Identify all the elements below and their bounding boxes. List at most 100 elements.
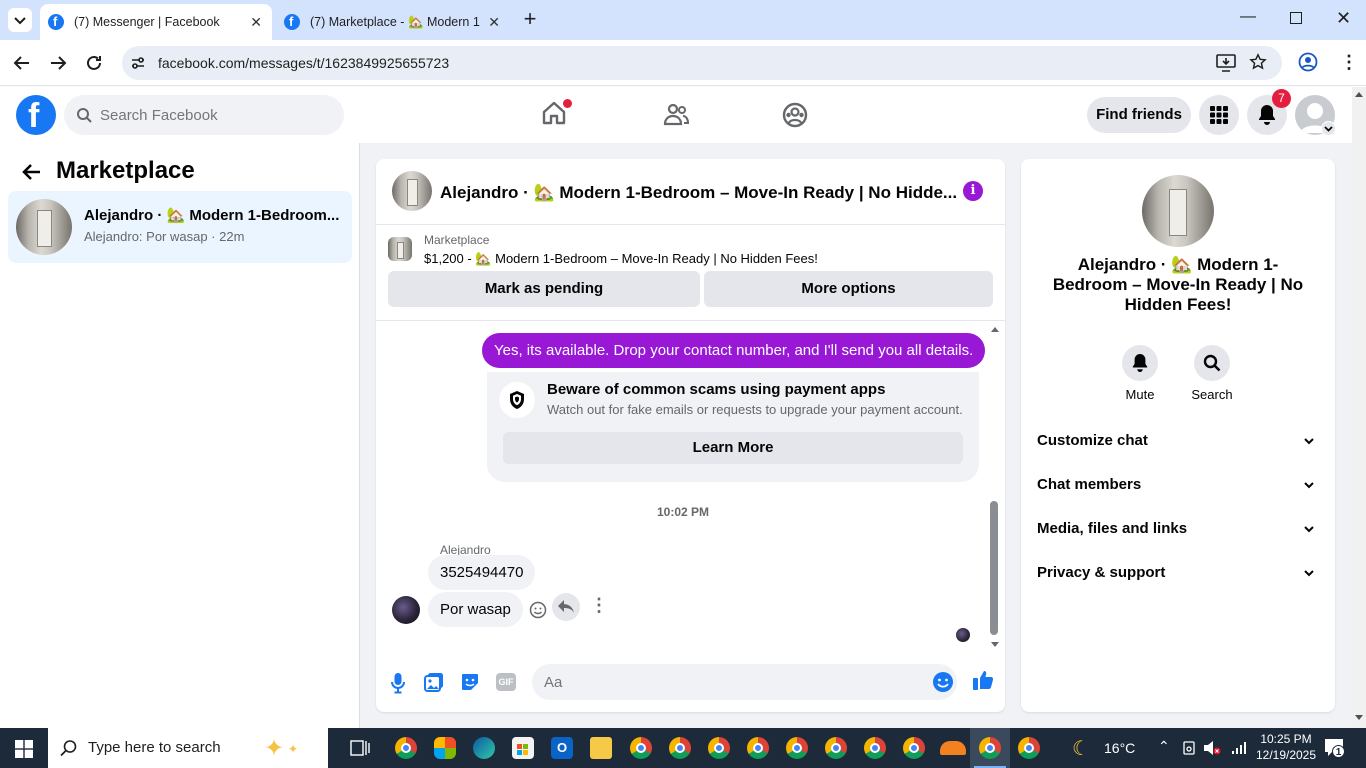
tray-chevron-icon[interactable]: ⌃ <box>1158 738 1170 755</box>
info-icon[interactable]: i <box>963 181 983 201</box>
taskbar-search[interactable]: Type here to search ✦ ✦ <box>48 728 328 768</box>
page-scrollbar[interactable] <box>1352 87 1366 728</box>
react-emoji-icon[interactable] <box>529 601 547 619</box>
store-taskbar-icon[interactable] <box>512 737 534 759</box>
browser-address-bar: facebook.com/messages/t/1623849925655723… <box>0 40 1366 86</box>
scroll-down-icon[interactable] <box>990 641 1000 649</box>
sticker-icon[interactable] <box>460 672 480 692</box>
gif-icon[interactable]: GIF <box>496 673 516 691</box>
mark-as-pending-button[interactable]: Mark as pending <box>388 271 700 307</box>
notification-center[interactable]: 1 <box>1324 738 1346 758</box>
incoming-message[interactable]: Por wasap <box>428 592 523 627</box>
search-button[interactable] <box>1194 345 1230 381</box>
cloudflare-taskbar-icon[interactable] <box>940 741 966 755</box>
chat-avatar[interactable] <box>392 171 432 211</box>
copilot-taskbar-icon[interactable] <box>434 737 456 759</box>
learn-more-button[interactable]: Learn More <box>503 432 963 464</box>
search-input[interactable] <box>100 95 330 135</box>
chrome-taskbar-icon[interactable] <box>708 737 730 759</box>
browser-menu-button[interactable]: ⋮ <box>1340 52 1358 72</box>
account-dropdown[interactable] <box>1321 121 1336 136</box>
more-options-button[interactable]: More options <box>704 271 993 307</box>
conversation-item[interactable]: Alejandro · 🏡 Modern 1-Bedroom... Alejan… <box>8 191 352 263</box>
tab-search-button[interactable] <box>8 8 32 32</box>
chrome-taskbar-icon[interactable] <box>747 737 769 759</box>
nav-groups[interactable] <box>781 101 809 129</box>
search-action[interactable]: Search <box>1182 345 1242 402</box>
bell-icon <box>1132 354 1148 372</box>
microphone-icon[interactable] <box>390 672 406 694</box>
weather-temperature[interactable]: 16°C <box>1104 740 1135 756</box>
facebook-search[interactable] <box>64 95 344 135</box>
install-app-icon[interactable] <box>1216 54 1236 72</box>
info-avatar[interactable] <box>1142 175 1214 247</box>
edge-taskbar-icon[interactable] <box>473 737 495 759</box>
reload-icon[interactable] <box>84 53 104 73</box>
nav-home[interactable] <box>540 99 572 131</box>
windows-start-icon[interactable] <box>15 740 33 758</box>
photo-icon[interactable] <box>424 672 444 692</box>
close-window-button[interactable]: ✕ <box>1336 8 1351 29</box>
facebook-logo[interactable]: f <box>16 95 56 135</box>
listing-price-title[interactable]: $1,200 - 🏡 Modern 1-Bedroom – Move-In Re… <box>424 251 818 267</box>
message-input[interactable] <box>532 664 957 700</box>
mute-button[interactable] <box>1122 345 1158 381</box>
thumbs-up-icon[interactable] <box>972 669 994 691</box>
tab-messenger[interactable]: (7) Messenger | Facebook ✕ <box>40 4 272 40</box>
omnibox[interactable]: facebook.com/messages/t/1623849925655723 <box>122 46 1282 80</box>
moon-weather-icon[interactable]: ☾ <box>1072 736 1090 761</box>
message-thread: Yes, its available. Drop your contact nu… <box>376 323 1005 653</box>
menu-button[interactable] <box>1199 95 1239 135</box>
restore-button[interactable] <box>1290 12 1302 24</box>
bookmark-star-icon[interactable] <box>1249 53 1267 71</box>
emoji-icon[interactable] <box>932 671 954 693</box>
customize-chat-row[interactable]: Customize chat <box>1037 419 1319 463</box>
profile-icon[interactable] <box>1298 52 1318 72</box>
listing-thumbnail[interactable] <box>388 237 412 261</box>
chat-title[interactable]: Alejandro · 🏡 Modern 1-Bedroom – Move-In… <box>440 183 957 203</box>
chrome-taskbar-icon[interactable] <box>630 737 652 759</box>
mute-action[interactable]: Mute <box>1110 345 1170 402</box>
close-tab-icon[interactable]: ✕ <box>250 14 262 31</box>
minimize-button[interactable]: — <box>1240 8 1256 26</box>
nav-friends[interactable] <box>662 101 690 129</box>
thread-scrollbar[interactable] <box>990 501 998 635</box>
chat-window: Alejandro · 🏡 Modern 1-Bedroom – Move-In… <box>376 159 1005 712</box>
back-arrow-icon[interactable] <box>12 54 32 72</box>
tab-marketplace[interactable]: (7) Marketplace - 🏡 Modern 1 ✕ <box>276 4 510 40</box>
network-icon[interactable] <box>1230 740 1248 756</box>
task-view-icon[interactable] <box>350 739 370 757</box>
notifications-button[interactable]: 7 <box>1247 89 1291 135</box>
close-tab-icon[interactable]: ✕ <box>488 14 500 31</box>
chrome-taskbar-icon-active[interactable] <box>979 737 1001 759</box>
chrome-taskbar-icon[interactable] <box>395 737 417 759</box>
back-arrow-icon[interactable] <box>22 163 42 181</box>
chrome-taskbar-icon[interactable] <box>864 737 886 759</box>
scroll-up-icon[interactable] <box>1355 91 1363 97</box>
outlook-taskbar-icon[interactable]: O <box>551 737 573 759</box>
chrome-taskbar-icon[interactable] <box>825 737 847 759</box>
chrome-taskbar-icon[interactable] <box>903 737 925 759</box>
volume-muted-icon[interactable] <box>1203 740 1221 756</box>
url-text[interactable]: facebook.com/messages/t/1623849925655723 <box>158 55 449 71</box>
tray-device-icon[interactable] <box>1182 741 1196 755</box>
forward-arrow-icon[interactable] <box>48 54 68 72</box>
more-actions-icon[interactable]: ⋮ <box>590 595 608 616</box>
new-tab-button[interactable]: + <box>518 8 542 32</box>
chrome-taskbar-icon[interactable] <box>786 737 808 759</box>
chat-members-row[interactable]: Chat members <box>1037 463 1319 507</box>
find-friends-button[interactable]: Find friends <box>1087 97 1191 133</box>
chrome-taskbar-icon[interactable] <box>1018 737 1040 759</box>
scroll-up-icon[interactable] <box>990 325 1000 333</box>
reply-button[interactable] <box>552 593 580 621</box>
privacy-support-row[interactable]: Privacy & support <box>1037 551 1319 595</box>
sender-avatar[interactable] <box>392 596 420 624</box>
chrome-taskbar-icon[interactable] <box>669 737 691 759</box>
clock[interactable]: 10:25 PM 12/19/2025 <box>1254 731 1318 763</box>
outgoing-message[interactable]: Yes, its available. Drop your contact nu… <box>482 333 986 368</box>
site-settings-icon[interactable] <box>130 55 146 71</box>
file-explorer-taskbar-icon[interactable] <box>590 737 612 759</box>
scroll-down-icon[interactable] <box>1355 715 1363 721</box>
incoming-message[interactable]: 3525494470 <box>428 555 536 590</box>
media-files-row[interactable]: Media, files and links <box>1037 507 1319 551</box>
